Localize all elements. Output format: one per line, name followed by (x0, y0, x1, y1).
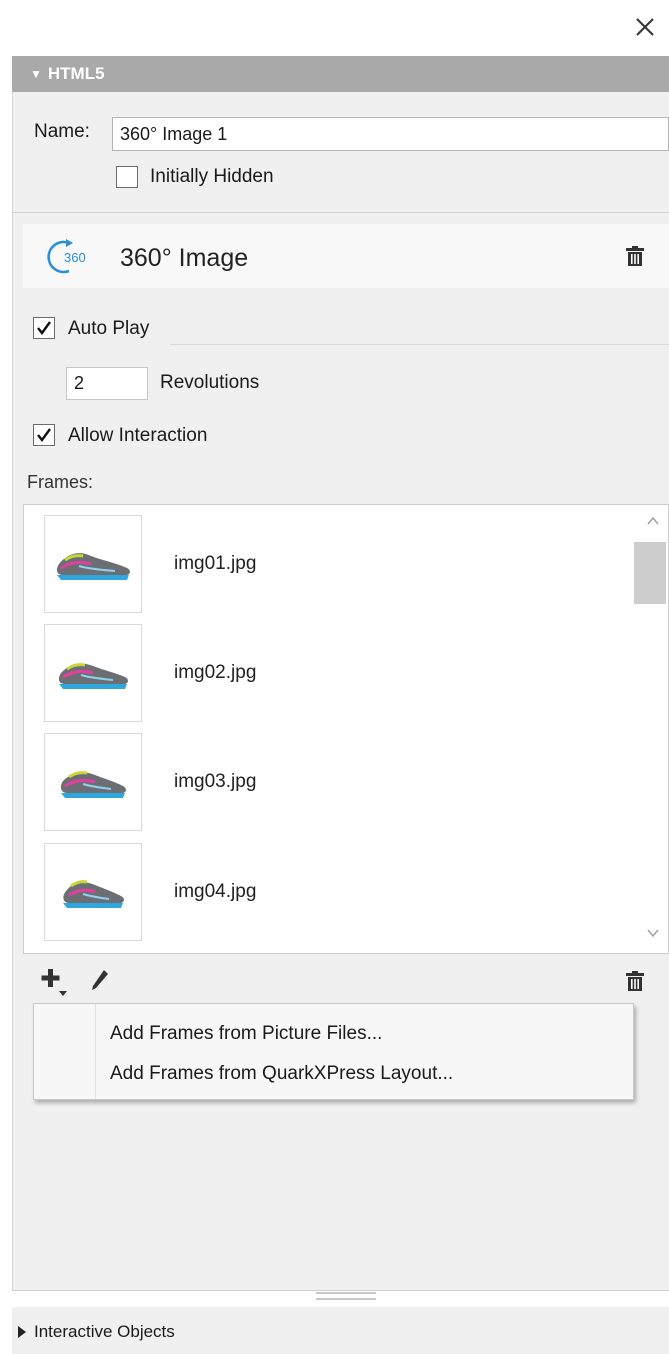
resize-grip[interactable] (316, 1292, 376, 1294)
name-label: Name: (34, 121, 90, 142)
menu-item-add-from-quarkxpress-layout[interactable]: Add Frames from QuarkXPress Layout... (96, 1055, 633, 1092)
plus-dropdown-icon (41, 969, 67, 996)
chevron-up-icon (647, 516, 659, 525)
shoe-image (60, 771, 127, 798)
name-input[interactable] (112, 117, 669, 151)
rotate-360-icon: 360 (47, 238, 107, 276)
edit-frame-button[interactable] (90, 968, 110, 992)
close-icon (636, 18, 654, 36)
trash-icon (626, 971, 644, 991)
allow-interaction-label: Allow Interaction (68, 425, 208, 446)
shoe-image (58, 663, 129, 689)
frame-name: img03.jpg (174, 771, 257, 792)
scrollbar-thumb[interactable] (634, 542, 666, 604)
frame-item[interactable]: img02.jpg (44, 624, 604, 724)
section-divider (12, 212, 669, 213)
delete-object-button[interactable] (626, 246, 644, 266)
frame-name: img02.jpg (174, 662, 257, 683)
divider (170, 344, 669, 345)
section-title: HTML5 (47, 64, 105, 83)
triangle-down-icon: ▼ (30, 67, 42, 81)
frame-item[interactable]: img03.jpg (44, 733, 604, 833)
scroll-up-button[interactable] (645, 514, 661, 528)
initially-hidden-label: Initially Hidden (150, 166, 274, 187)
frame-thumbnail (44, 843, 142, 941)
revolutions-input[interactable] (66, 367, 148, 400)
frames-list[interactable]: img01.jpg img02.jpg img03.jpg img04.jpg (23, 504, 669, 954)
allow-interaction-checkbox[interactable] (33, 424, 55, 446)
shoe-image (56, 553, 131, 580)
icon-360-text: 360 (64, 250, 86, 265)
auto-play-checkbox[interactable] (33, 317, 55, 339)
menu-item-add-from-picture-files[interactable]: Add Frames from Picture Files... (96, 1015, 633, 1052)
auto-play-label: Auto Play (68, 318, 150, 339)
checkmark-icon (37, 428, 51, 442)
frame-item[interactable]: img01.jpg (44, 515, 604, 615)
frames-label: Frames: (27, 472, 94, 492)
interactive-objects-label[interactable]: Interactive Objects (34, 1322, 175, 1342)
add-frames-button[interactable] (40, 966, 72, 998)
scroll-down-button[interactable] (645, 926, 661, 940)
shoe-image (63, 880, 124, 908)
html5-section-header[interactable]: ▼ HTML5 (12, 56, 669, 92)
checkmark-icon (37, 321, 51, 335)
delete-frame-button[interactable] (626, 971, 644, 991)
frame-item[interactable]: img04.jpg (44, 843, 604, 943)
pencil-icon (92, 970, 108, 990)
object-title: 360° Image (120, 244, 249, 272)
triangle-right-icon[interactable] (18, 1326, 26, 1338)
frame-thumbnail (44, 733, 142, 831)
trash-icon (626, 246, 644, 266)
chevron-down-icon (647, 929, 659, 938)
close-button[interactable] (632, 14, 658, 40)
revolutions-label: Revolutions (160, 372, 260, 393)
initially-hidden-checkbox[interactable] (116, 166, 138, 188)
frame-name: img04.jpg (174, 881, 257, 902)
frame-thumbnail (44, 624, 142, 722)
frame-name: img01.jpg (174, 553, 257, 574)
resize-grip[interactable] (316, 1298, 376, 1300)
add-frames-menu: Add Frames from Picture Files... Add Fra… (33, 1003, 634, 1100)
frame-thumbnail (44, 515, 142, 613)
